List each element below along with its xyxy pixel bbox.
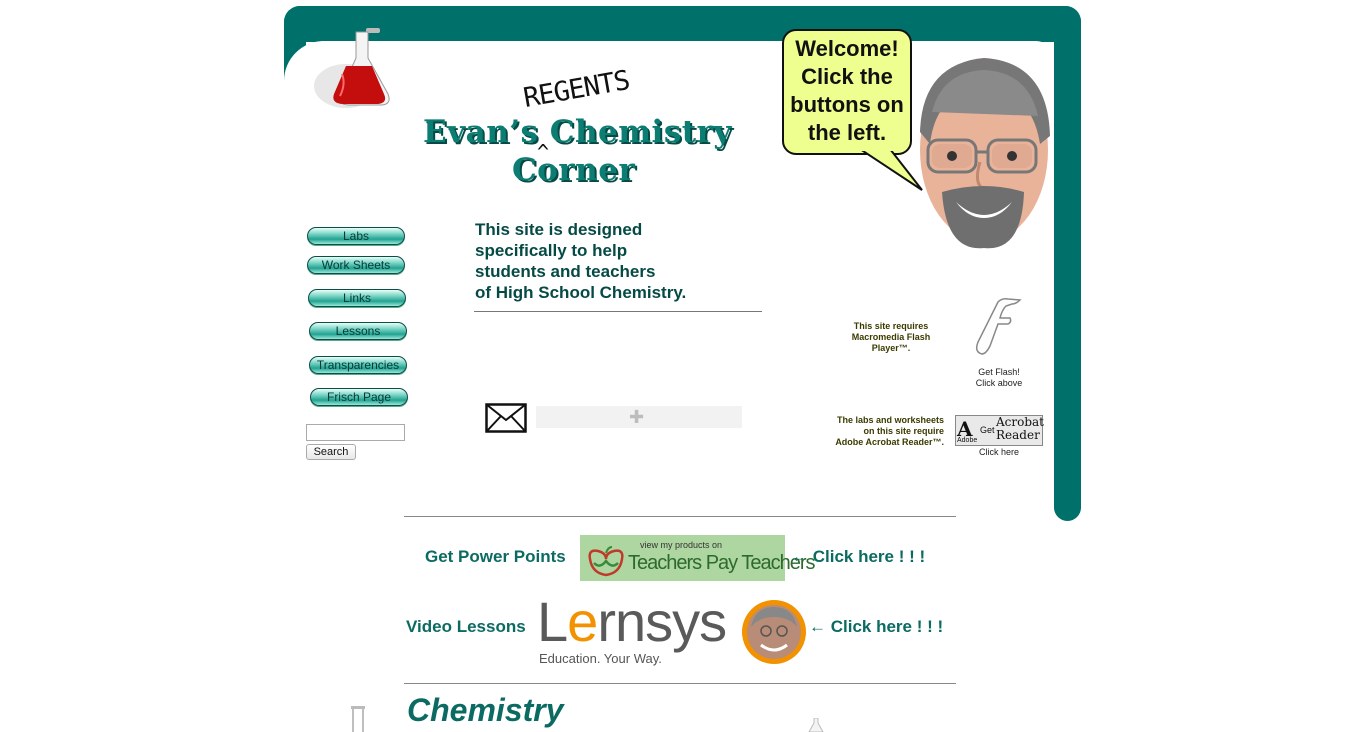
nav-labs-button[interactable]: Labs bbox=[307, 227, 405, 245]
intro-line: of High School Chemistry. bbox=[475, 283, 687, 302]
acrobat-caption[interactable]: Click here bbox=[960, 447, 1038, 457]
lernsys-logo[interactable]: Lernsys bbox=[537, 592, 727, 652]
flash-icon[interactable] bbox=[968, 296, 1024, 356]
video-lessons-click-link[interactable]: ← Click here ! ! ! bbox=[809, 617, 943, 637]
acrobat-name-line: Reader bbox=[996, 428, 1040, 442]
tpt-brand-text: Teachers Pay Teachers bbox=[628, 552, 816, 574]
note-line: This site requires bbox=[853, 321, 929, 331]
video-lessons-label: Video Lessons bbox=[406, 617, 526, 636]
flash-caption[interactable]: Get Flash! Click above bbox=[960, 367, 1038, 389]
tpt-small-text: view my products on bbox=[640, 540, 723, 550]
search-input[interactable] bbox=[306, 424, 405, 441]
bubble-line: the left. bbox=[807, 120, 887, 145]
note-line: Adobe Acrobat Reader™. bbox=[835, 437, 944, 447]
acrobat-reader-text: Acrobat Reader bbox=[996, 416, 1044, 442]
note-line: on this site require bbox=[863, 426, 944, 436]
note-line: Macromedia Flash bbox=[851, 332, 931, 342]
intro-line: specifically to help bbox=[475, 241, 628, 260]
divider bbox=[404, 683, 956, 684]
intro-text: This site is designed specifically to he… bbox=[475, 219, 765, 303]
search-button[interactable]: Search bbox=[306, 444, 356, 460]
note-line: Player™. bbox=[871, 343, 911, 353]
caption-line[interactable]: Get Flash! bbox=[960, 367, 1038, 378]
puzzle-icon: ✚ bbox=[629, 407, 645, 427]
acrobat-get-text: Get bbox=[980, 425, 995, 435]
note-line: The labs and worksheets bbox=[836, 415, 944, 425]
caption-line[interactable]: Click above bbox=[960, 378, 1038, 389]
flash-requirement-note: This site requires Macromedia Flash Play… bbox=[836, 321, 946, 354]
flask-icon bbox=[314, 28, 390, 108]
section-heading: Chemistry bbox=[407, 692, 564, 728]
site-title-line2: Corner bbox=[512, 152, 636, 188]
lernsys-tagline: Education. Your Way. bbox=[539, 651, 662, 666]
nav-transparencies-button[interactable]: Transparencies bbox=[309, 356, 407, 374]
apple-icon bbox=[588, 546, 624, 577]
lernsys-avatar[interactable] bbox=[741, 599, 807, 665]
acrobat-requirement-note: The labs and worksheets on this site req… bbox=[790, 415, 944, 448]
test-tube-icon bbox=[351, 706, 365, 732]
welcome-speech-bubble: Welcome! Click the buttons on the left. bbox=[782, 29, 912, 155]
teal-frame-right bbox=[1054, 6, 1081, 521]
site-title-line1: Evan’s Chemistry bbox=[423, 114, 732, 150]
divider bbox=[404, 516, 956, 517]
acrobat-adobe-text: Adobe bbox=[957, 437, 978, 444]
teal-frame-top bbox=[284, 6, 1081, 42]
intro-line: students and teachers bbox=[475, 262, 656, 281]
power-points-click-link[interactable]: ← Click here ! ! ! bbox=[791, 547, 925, 567]
insert-caret: ^ bbox=[537, 140, 550, 164]
bubble-line: Welcome! bbox=[795, 36, 899, 61]
nav-lessons-button[interactable]: Lessons bbox=[309, 322, 407, 340]
nav-frisch-page-button[interactable]: Frisch Page bbox=[310, 388, 408, 406]
divider bbox=[474, 311, 762, 312]
author-photo bbox=[920, 58, 1050, 249]
intro-line: This site is designed bbox=[475, 220, 643, 239]
bubble-line: Click the bbox=[801, 64, 893, 89]
bubble-line: buttons on bbox=[790, 92, 904, 117]
nav-links-button[interactable]: Links bbox=[308, 289, 406, 307]
power-points-label: Get Power Points bbox=[425, 547, 566, 566]
nav-worksheets-button[interactable]: Work Sheets bbox=[307, 256, 405, 274]
envelope-icon[interactable] bbox=[485, 403, 527, 433]
